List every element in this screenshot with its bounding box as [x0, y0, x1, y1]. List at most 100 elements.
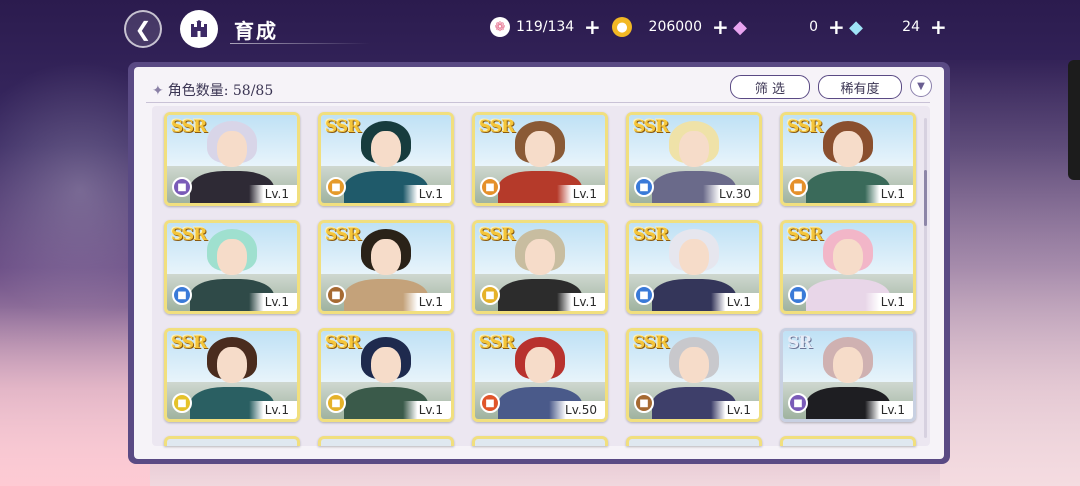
rarity-badge: SSR: [325, 333, 361, 353]
add-blue-diamond-button[interactable]: +: [930, 15, 947, 39]
character-card[interactable]: SSR ■ Lv.1: [780, 112, 916, 206]
element-icon: ■: [788, 393, 808, 413]
coin-value: 206000: [648, 19, 702, 35]
level-label: Lv.1: [402, 293, 451, 311]
rarity-badge: SSR: [171, 225, 207, 245]
rarity-sort-button[interactable]: 稀有度: [818, 75, 902, 99]
element-icon: ■: [326, 177, 346, 197]
background-decoration: [940, 60, 1080, 486]
resource-candy: ❁ 119/134 +: [490, 15, 601, 39]
character-count-text: 角色数量: 58/85: [167, 83, 274, 99]
character-card-partial[interactable]: [318, 436, 454, 446]
back-arrow-icon: ❮: [134, 17, 152, 41]
element-icon: ■: [480, 285, 500, 305]
level-label: Lv.30: [703, 185, 759, 203]
castle-icon: [191, 20, 207, 37]
filter-label: 筛 选: [754, 81, 786, 97]
add-candy-button[interactable]: +: [584, 15, 601, 39]
element-icon: ■: [634, 393, 654, 413]
back-button[interactable]: ❮: [124, 10, 162, 48]
edge-tab: [1068, 60, 1080, 180]
blue-diamond-icon: ◆: [849, 16, 863, 38]
resource-coin: ● 206000 +: [612, 15, 729, 39]
header-divider: [146, 102, 930, 103]
character-card[interactable]: SSR ■ Lv.1: [318, 220, 454, 314]
level-label: Lv.1: [710, 293, 759, 311]
blue-diamond-value: 24: [902, 19, 920, 35]
character-card[interactable]: SSR ■ Lv.1: [626, 220, 762, 314]
element-icon: ■: [326, 285, 346, 305]
sparkle-icon: ✦: [152, 83, 164, 99]
character-card[interactable]: SSR ■ Lv.1: [164, 328, 300, 422]
character-card[interactable]: SR ■ Lv.1: [780, 328, 916, 422]
character-card[interactable]: SSR ■ Lv.1: [164, 220, 300, 314]
character-card[interactable]: SSR ■ Lv.50: [472, 328, 608, 422]
level-label: Lv.1: [556, 293, 605, 311]
character-card-partial[interactable]: [472, 436, 608, 446]
level-label: Lv.1: [864, 185, 913, 203]
level-label: Lv.1: [864, 401, 913, 419]
character-card[interactable]: SSR ■ Lv.1: [626, 328, 762, 422]
character-card[interactable]: SSR ■ Lv.1: [318, 112, 454, 206]
character-card[interactable]: SSR ■ Lv.1: [780, 220, 916, 314]
level-label: Lv.1: [248, 185, 297, 203]
rarity-label: 稀有度: [840, 81, 880, 97]
level-label: Lv.1: [248, 401, 297, 419]
rarity-badge: SSR: [479, 333, 515, 353]
element-icon: ■: [480, 177, 500, 197]
element-icon: ■: [172, 285, 192, 305]
rarity-badge: SSR: [479, 117, 515, 137]
element-icon: ■: [634, 177, 654, 197]
level-label: Lv.1: [864, 293, 913, 311]
candy-icon: ❁: [490, 17, 510, 37]
pink-diamond-value: 0: [809, 19, 818, 35]
level-label: Lv.50: [549, 401, 605, 419]
rarity-badge: SSR: [787, 117, 823, 137]
resource-pink-diamond: ◆ 0 +: [730, 15, 845, 39]
rarity-badge: SSR: [787, 225, 823, 245]
pink-diamond-icon: ◆: [733, 16, 747, 38]
level-label: Lv.1: [402, 185, 451, 203]
element-icon: ■: [172, 393, 192, 413]
character-card[interactable]: SSR ■ Lv.30: [626, 112, 762, 206]
add-coin-button[interactable]: +: [712, 15, 729, 39]
rarity-badge: SSR: [633, 117, 669, 137]
level-label: Lv.1: [556, 185, 605, 203]
rarity-badge: SSR: [171, 333, 207, 353]
rarity-badge: SSR: [325, 117, 361, 137]
character-card-partial[interactable]: [626, 436, 762, 446]
rarity-badge: SSR: [325, 225, 361, 245]
rarity-badge: SSR: [633, 333, 669, 353]
resource-blue-diamond: ◆ 24 +: [846, 15, 947, 39]
chevron-down-icon: ▼: [917, 80, 925, 92]
rarity-badge: SR: [787, 333, 812, 353]
top-bar: ❮ 育成 ❁ 119/134 + ● 206000 + ◆ 0 + ◆ 24 +: [0, 0, 1080, 58]
character-card-partial[interactable]: [164, 436, 300, 446]
level-label: Lv.1: [710, 401, 759, 419]
character-card[interactable]: SSR ■ Lv.1: [472, 112, 608, 206]
level-label: Lv.1: [402, 401, 451, 419]
character-card[interactable]: SSR ■ Lv.1: [472, 220, 608, 314]
title-underline: [230, 43, 370, 44]
candy-value: 119/134: [516, 19, 575, 35]
character-card-partial[interactable]: [780, 436, 916, 446]
page-title: 育成: [234, 19, 278, 43]
character-card[interactable]: SSR ■ Lv.1: [164, 112, 300, 206]
character-card[interactable]: SSR ■ Lv.1: [318, 328, 454, 422]
gold-coin-icon: ●: [612, 17, 632, 37]
level-label: Lv.1: [248, 293, 297, 311]
element-icon: ■: [326, 393, 346, 413]
element-icon: ■: [788, 285, 808, 305]
scrollbar-thumb[interactable]: [924, 170, 927, 226]
rarity-badge: SSR: [171, 117, 207, 137]
rarity-badge: SSR: [479, 225, 515, 245]
element-icon: ■: [172, 177, 192, 197]
home-button[interactable]: [180, 10, 218, 48]
filter-button[interactable]: 筛 选: [730, 75, 810, 99]
grid-scrollbar[interactable]: [924, 118, 927, 438]
element-icon: ■: [788, 177, 808, 197]
add-pink-diamond-button[interactable]: +: [828, 15, 845, 39]
element-icon: ■: [634, 285, 654, 305]
character-count: ✦ 角色数量: 58/85: [152, 80, 273, 100]
sort-order-button[interactable]: ▼: [910, 75, 932, 97]
